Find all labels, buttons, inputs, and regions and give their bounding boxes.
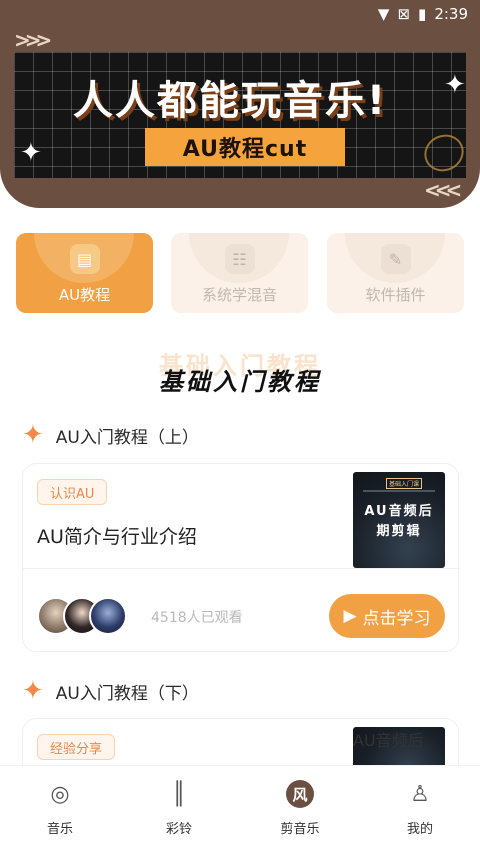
course-title: AU简介与行业介绍: [37, 526, 197, 548]
no-signal-icon: ⊠: [397, 5, 411, 23]
course-card[interactable]: 认识AU AU简介与行业介绍 基础入门课 AU音频后期剪辑 4518人已观看 ▶…: [22, 463, 460, 652]
group-heading: ✦ AU入门教程（下）: [22, 678, 199, 704]
nav-label: 音乐: [46, 822, 73, 837]
course-tag: 认识AU: [37, 479, 108, 505]
avatar: [89, 597, 127, 635]
mixer-icon: ☷: [224, 244, 255, 274]
group-heading-label: AU入门教程（上）: [55, 427, 199, 448]
start-learning-label: 点击学习: [362, 608, 431, 629]
nav-ringtone[interactable]: ║ 彩铃: [139, 780, 219, 838]
course-tag: 经验分享: [37, 734, 116, 760]
sparkle-icon: ✦: [444, 70, 466, 100]
user-icon: ♙: [410, 781, 430, 807]
play-icon: ▶: [343, 606, 357, 626]
course-thumbnail[interactable]: 基础入门课 AU音频后期剪辑: [353, 472, 445, 568]
music-disc-icon: ◎: [50, 781, 70, 807]
category-label: 软件插件: [365, 286, 426, 304]
group-heading-label: AU入门教程（下）: [55, 683, 199, 704]
nav-label: 彩铃: [165, 822, 192, 837]
start-learning-button[interactable]: ▶ 点击学习: [329, 594, 445, 638]
thumbnail-text: AU音频后期剪辑: [364, 504, 434, 539]
banner-title: 人人都能玩音乐!: [72, 78, 388, 124]
status-time: 2:39: [434, 5, 468, 23]
nav-label: 剪音乐: [280, 822, 320, 837]
category-mixing[interactable]: ☷ 系统学混音: [171, 233, 308, 313]
thumbnail-text: AU音频后: [353, 731, 424, 750]
category-label: 系统学混音: [201, 286, 277, 304]
nav-music[interactable]: ◎ 音乐: [20, 780, 100, 838]
nav-label: 我的: [406, 822, 433, 837]
thumbnail-tag: 基础入门课: [386, 478, 423, 489]
status-bar: ▼ ⊠ ▮ 2:39: [0, 0, 480, 28]
viewer-avatars: [37, 597, 127, 635]
waveform-icon: ║: [172, 781, 186, 807]
banner-subtitle: AU教程cut: [145, 128, 345, 166]
view-count: 4518人已观看: [151, 610, 243, 626]
bottom-nav: ◎ 音乐 ║ 彩铃 风 剪音乐 ♙ 我的: [0, 765, 480, 853]
category-au-tutorial[interactable]: ▤ AU教程: [16, 233, 153, 313]
nav-profile[interactable]: ♙ 我的: [380, 780, 460, 838]
wifi-icon: ▼: [377, 5, 390, 23]
thumbnail-line: [363, 490, 435, 492]
nav-cut-music[interactable]: 风 剪音乐: [260, 780, 340, 837]
plugin-icon: ✎: [380, 244, 411, 274]
category-plugins[interactable]: ✎ 软件插件: [327, 233, 464, 313]
book-icon: ▤: [69, 244, 100, 274]
category-label: AU教程: [58, 286, 111, 304]
card-divider: [23, 568, 460, 569]
star-icon: ✦: [22, 676, 44, 706]
sparkle-icon: ✦: [20, 138, 42, 168]
chevrons-right-icon: >>>: [14, 28, 52, 52]
section-title: 基础入门教程: [159, 368, 321, 396]
chevrons-left-icon: <<<: [424, 178, 462, 202]
star-icon: ✦: [22, 420, 44, 450]
battery-icon: ▮: [418, 5, 427, 23]
group-heading: ✦ AU入门教程（上）: [22, 422, 199, 448]
cut-music-icon: 风: [286, 780, 314, 808]
hero-banner[interactable]: >>> 人人都能玩音乐! AU教程cut ✦ ✦ <<<: [0, 0, 480, 208]
